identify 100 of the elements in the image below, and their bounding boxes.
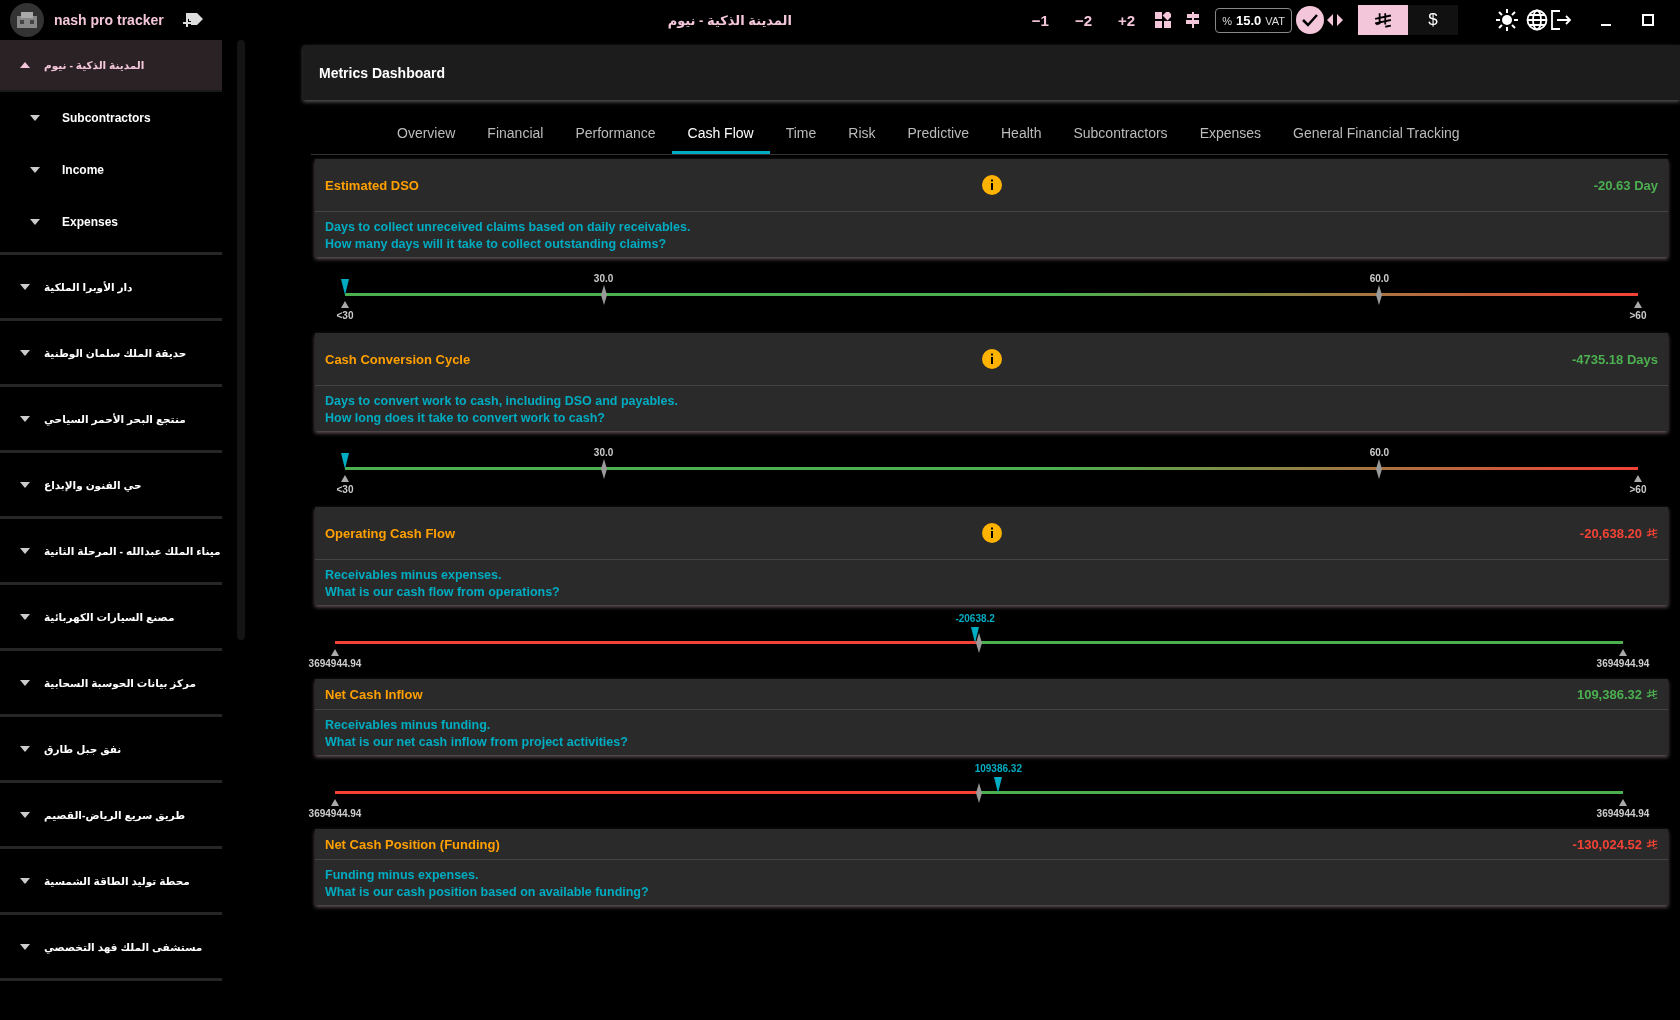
info-icon[interactable]	[981, 523, 1002, 543]
sidebar-item[interactable]: حديقة الملك سلمان الوطنية	[0, 321, 222, 387]
value-label: 109386.32	[974, 763, 1022, 774]
metric-description: How many days will it take to collect outstanding claims?	[325, 237, 668, 251]
tab[interactable]: Health	[985, 115, 1058, 154]
metric-title: Cash Conversion Cycle	[325, 351, 471, 367]
scale-label: <30	[336, 484, 354, 495]
caret-icon	[30, 219, 40, 225]
caret-icon	[20, 811, 30, 818]
sidebar-item[interactable]: مستشفى الملك فهد التخصصي	[0, 915, 222, 981]
tick-label: 30.0	[593, 447, 614, 458]
tab[interactable]: Risk	[832, 115, 892, 154]
tab[interactable]: Cash Flow	[671, 115, 770, 154]
riyal-icon	[1646, 688, 1658, 700]
scale-label: 3694944.94	[308, 658, 362, 669]
metric-description: What is our cash position based on available funding?	[325, 885, 650, 899]
left-right-arrows-icon[interactable]	[1326, 12, 1344, 28]
caret-icon	[20, 547, 30, 554]
sidebar-subitem[interactable]: Subcontractors	[0, 92, 222, 144]
sidebar-item[interactable]: طريق سريع الرياض-القصيم	[0, 783, 222, 849]
metric-description: What is our cash flow from operations?	[325, 585, 561, 599]
tick-icon	[1376, 459, 1383, 479]
metric-description: Receivables minus funding.	[325, 718, 492, 732]
metric-title: Net Cash Position (Funding)	[325, 836, 500, 852]
signpost-icon[interactable]	[1185, 12, 1202, 28]
sun-icon[interactable]	[1496, 9, 1518, 31]
sidebar-item[interactable]: ميناء الملك عبدالله - المرحلة الثانية	[0, 519, 222, 585]
end-marker-icon	[341, 475, 349, 482]
metric-description: Days to collect unreceived claims based on daily receivables.	[325, 220, 692, 234]
riyal-icon	[1374, 11, 1392, 29]
tab[interactable]: Overview	[381, 115, 472, 154]
step-button[interactable]: −2	[1068, 11, 1099, 29]
caret-icon	[20, 481, 30, 488]
sidebar-item[interactable]: مركز بيانات الحوسبة السحابية	[0, 651, 222, 717]
maximize-icon[interactable]	[1642, 14, 1654, 26]
caret-icon	[20, 283, 30, 290]
end-marker-icon	[1619, 649, 1627, 656]
metric-value: -4735.18 Days	[1572, 351, 1658, 367]
sidebar-item[interactable]: المدينة الذكية - نيوم	[0, 40, 222, 92]
metric-value: -20.63 Day	[1593, 177, 1658, 193]
check-icon[interactable]	[1296, 6, 1324, 34]
tab[interactable]: Financial	[471, 115, 560, 154]
tab[interactable]: Expenses	[1183, 115, 1278, 154]
end-marker-icon	[331, 649, 339, 656]
globe-icon[interactable]	[1526, 9, 1548, 31]
tick-icon	[600, 285, 607, 305]
tab[interactable]: Subcontractors	[1057, 115, 1184, 154]
page-title: المدينة الذكية - نيوم	[666, 12, 793, 28]
step-button[interactable]: +2	[1112, 11, 1142, 29]
scale-label: 3694944.94	[1596, 808, 1650, 819]
logout-icon[interactable]	[1550, 10, 1572, 30]
tick-icon	[600, 459, 607, 479]
caret-icon	[20, 613, 30, 620]
metric-description: Receivables minus expenses.	[325, 568, 503, 582]
sidebar-item[interactable]: مصنع السيارات الكهربائية	[0, 585, 222, 651]
tick-icon	[976, 783, 982, 803]
end-marker-icon	[1619, 799, 1627, 806]
tab[interactable]: Time	[769, 115, 833, 154]
sidebar-subitem[interactable]: Income	[0, 144, 222, 196]
tick-label: 60.0	[1369, 273, 1390, 284]
sidebar-item[interactable]: دار الأوبرا الملكية	[0, 255, 222, 321]
sidebar-item[interactable]: محطة توليد الطاقة الشمسية	[0, 849, 222, 915]
sidebar-item[interactable]: حي الفنون والإبداع	[0, 453, 222, 519]
end-marker-icon	[341, 301, 349, 308]
tick-icon	[976, 633, 982, 653]
caret-icon	[20, 877, 30, 884]
tab[interactable]: Performance	[559, 115, 672, 154]
scale-label: >60	[1629, 484, 1647, 495]
add-tag-icon[interactable]	[181, 12, 204, 28]
tick-icon	[1376, 285, 1383, 305]
dashboard-header: Metrics Dashboard	[303, 45, 1680, 100]
sidebar-item[interactable]: منتجع البحر الأحمر السياحي	[0, 387, 222, 453]
info-icon[interactable]	[981, 349, 1002, 369]
caret-icon	[20, 62, 30, 68]
tick-label: 60.0	[1369, 447, 1390, 458]
vat-field[interactable]: % 15.0 VAT	[1215, 7, 1292, 33]
app-name: nash pro tracker	[54, 12, 164, 28]
sidebar-subitem[interactable]: Expenses	[0, 196, 222, 248]
metric-title: Net Cash Inflow	[325, 686, 423, 702]
metric-value: 109,386.32	[1576, 686, 1658, 702]
caret-icon	[20, 943, 30, 950]
step-button[interactable]: −1	[1025, 11, 1055, 29]
scale-label: >60	[1629, 310, 1647, 321]
metric-description: Funding minus expenses.	[325, 868, 480, 882]
end-marker-icon	[1634, 475, 1642, 482]
metric-description: How long does it take to convert work to cash?	[325, 411, 606, 425]
value-label: -20638.2	[955, 613, 995, 624]
sidebar-item[interactable]: نفق جبل طارق	[0, 717, 222, 783]
metric-value: -20,638.20	[1579, 525, 1658, 541]
metric-description: What is our net cash inflow from project activities?	[325, 735, 629, 749]
currency-button[interactable]	[1358, 5, 1408, 35]
info-icon[interactable]	[981, 175, 1002, 195]
metric-value: -130,024.52	[1572, 836, 1658, 852]
dashboard-icon[interactable]	[1155, 12, 1172, 28]
caret-icon	[30, 167, 40, 173]
end-marker-icon	[1634, 301, 1642, 308]
tab[interactable]: Predictive	[891, 115, 985, 154]
tab[interactable]: General Financial Tracking	[1277, 115, 1476, 154]
scale-label: 3694944.94	[308, 808, 362, 819]
scale-label: 3694944.94	[1596, 658, 1650, 669]
